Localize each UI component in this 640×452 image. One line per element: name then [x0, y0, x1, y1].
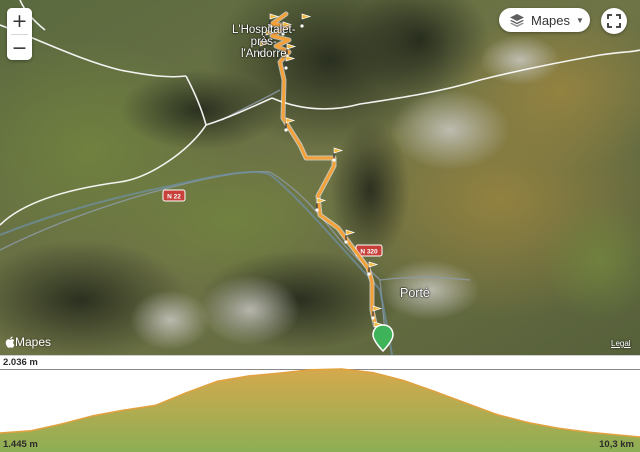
elevation-point	[465, 402, 467, 404]
fullscreen-button[interactable]	[601, 8, 627, 34]
route-map-widget: N 22 N 320 L'Hospitalet- près- l'Andorre…	[0, 0, 640, 452]
max-elevation-label: 2.036 m	[3, 357, 38, 368]
layers-icon	[510, 14, 524, 27]
town-label-hospitalet: L'Hospitalet- près- l'Andorre	[232, 24, 296, 60]
elevation-point	[496, 413, 498, 416]
map-type-label: Mapes	[531, 12, 571, 28]
min-elevation-label: 1.445 m	[3, 439, 38, 450]
map-attribution: Mapes	[5, 335, 51, 349]
elevation-area	[0, 369, 640, 452]
elevation-point	[185, 391, 188, 394]
zoom-in-button[interactable]: +	[7, 8, 32, 34]
legal-link[interactable]: Legal	[611, 339, 631, 348]
elevation-point	[216, 380, 219, 382]
fullscreen-icon	[607, 14, 621, 28]
attribution-label: Mapes	[15, 335, 52, 349]
elevation-point	[309, 368, 312, 371]
elevation-point	[92, 414, 94, 417]
elevation-point	[527, 421, 529, 424]
satellite-map[interactable]: N 22 N 320 L'Hospitalet- près- l'Andorre…	[0, 0, 640, 355]
town-label-line-2: près-	[250, 36, 277, 48]
elevation-point	[558, 427, 560, 430]
elevation-point	[30, 429, 32, 432]
chevron-down-icon: ▼	[576, 15, 584, 25]
elevation-point	[278, 372, 281, 374]
elevation-profile-chart[interactable]	[0, 355, 640, 452]
satellite-map-canvas[interactable]: N 22 N 320	[0, 0, 640, 355]
town-label-porte: Porté	[400, 286, 430, 300]
terrain-texture	[0, 0, 640, 355]
town-label-line-1: L'Hospitalet-	[232, 24, 296, 36]
elevation-point	[589, 431, 592, 434]
apple-logo-icon	[5, 336, 15, 348]
elevation-point	[123, 409, 126, 411]
elevation-point	[61, 423, 63, 425]
elevation-point	[247, 375, 250, 377]
elevation-point	[154, 404, 157, 407]
map-type-selector[interactable]: Mapes ▼	[499, 8, 590, 32]
zoom-control: + −	[7, 8, 32, 60]
zoom-out-button[interactable]: −	[7, 35, 32, 60]
elevation-point	[403, 379, 405, 382]
elevation-point	[434, 390, 436, 393]
road-shield-n22-label: N 22	[167, 194, 181, 201]
elevation-point	[340, 368, 343, 370]
elevation-point	[372, 371, 374, 374]
road-shield-n320-label: N 320	[360, 249, 378, 256]
elevation-profile[interactable]: 2.036 m 1.445 m 10,3 km	[0, 355, 640, 452]
town-label-line-3: l'Andorre	[240, 48, 287, 60]
total-distance-label: 10,3 km	[599, 439, 634, 450]
